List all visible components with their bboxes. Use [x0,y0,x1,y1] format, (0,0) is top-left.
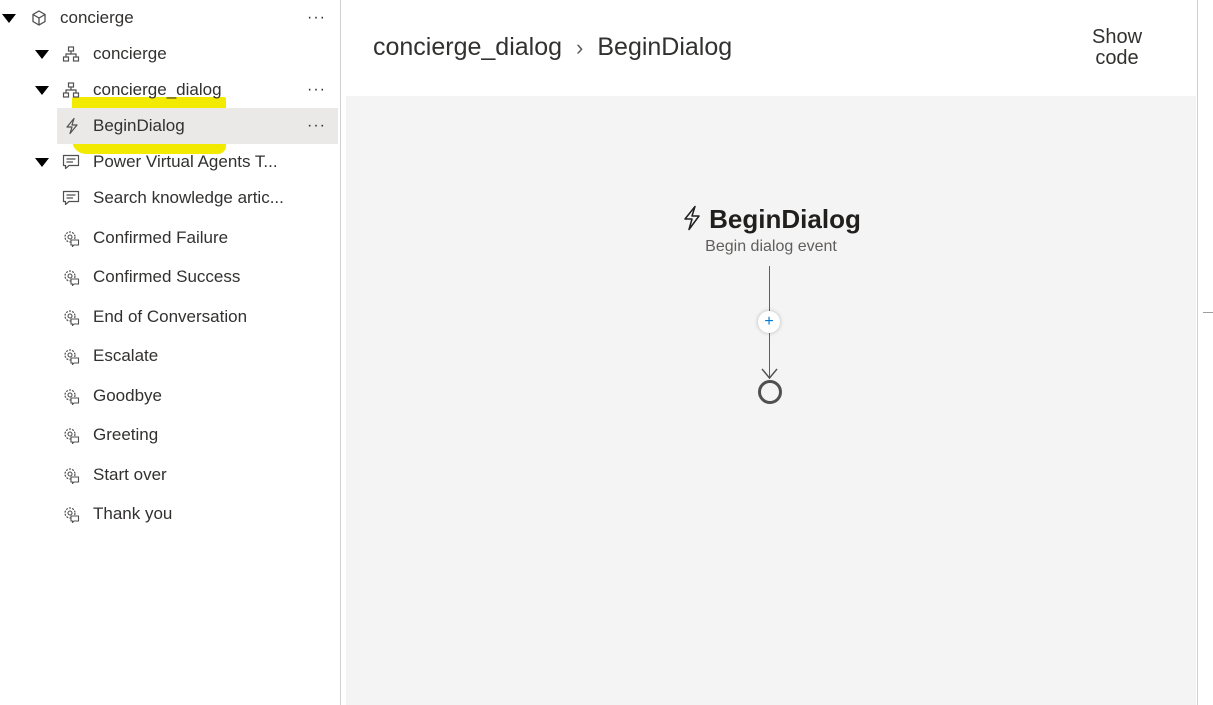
tree-item-label: Power Virtual Agents T... [93,152,278,171]
gear-chat-icon [62,387,80,406]
gear-chat-icon [62,229,80,248]
gear-chat-icon [62,426,80,445]
flow-canvas[interactable]: BeginDialog Begin dialog event + [346,96,1196,705]
tree-item-concierge-dialog[interactable]: concierge_dialog ··· [0,72,338,108]
breadcrumb-item-trigger[interactable]: BeginDialog [597,33,732,62]
tree-item-confirmed-success[interactable]: Confirmed Success [0,259,338,295]
tree-item-label: concierge [60,8,134,27]
sidebar-tree: concierge ··· concierge concierge_dialog… [0,0,340,705]
chevron-right-icon: › [576,34,584,60]
tree-item-label: Start over [93,465,167,484]
tree-item-search-knowledge[interactable]: Search knowledge artic... [0,180,338,216]
lightning-icon [63,117,81,135]
tree-item-confirmed-failure[interactable]: Confirmed Failure [0,220,338,256]
tree-item-label: End of Conversation [93,307,248,326]
chat-icon [62,153,80,171]
show-code-label-line1: Show [1091,26,1143,48]
tree-item-goodbye[interactable]: Goodbye [0,378,338,414]
tree-item-escalate[interactable]: Escalate [0,338,338,374]
hierarchy-icon [62,45,80,63]
flow-connector-line [769,266,770,311]
arrow-down-icon [761,368,778,380]
flow-end-node [758,380,782,404]
gear-chat-icon [62,505,80,524]
breadcrumb: concierge_dialog › BeginDialog [373,33,732,62]
sidebar-divider[interactable] [340,0,341,705]
tree-item-label: Search knowledge artic... [93,188,284,207]
gear-chat-icon [62,268,80,287]
tree-item-label: Confirmed Failure [93,228,229,247]
tree-item-thank-you[interactable]: Thank you [0,496,338,532]
property-panel-divider[interactable] [1197,0,1198,705]
show-code-label-line2: code [1095,47,1139,69]
tree-item-label: Greeting [93,425,159,444]
more-options-icon[interactable]: ··· [307,9,326,27]
more-options-icon[interactable]: ··· [307,117,326,135]
trigger-node-subtitle: Begin dialog event [705,238,837,255]
caret-down-icon[interactable] [2,14,16,23]
tree-item-label: Confirmed Success [93,267,241,286]
show-code-button[interactable]: Show code [1090,27,1144,69]
tree-item-label: concierge_dialog [93,80,222,99]
tree-item-label: Goodbye [93,386,162,405]
tree-item-power-virtual-agents[interactable]: Power Virtual Agents T... [0,144,338,180]
add-action-button[interactable]: + [758,311,780,333]
tree-item-greeting[interactable]: Greeting [0,417,338,453]
tree-item-label: concierge [93,44,167,63]
tree-item-end-of-conversation[interactable]: End of Conversation [0,299,338,335]
breadcrumb-item-dialog[interactable]: concierge_dialog [373,33,562,62]
gear-chat-icon [62,347,80,366]
tree-item-label: BeginDialog [93,116,185,135]
gear-chat-icon [62,308,80,327]
tree-item-label: Escalate [93,346,159,365]
gear-chat-icon [62,466,80,485]
trigger-node[interactable]: BeginDialog [346,204,1196,238]
caret-down-icon[interactable] [35,158,49,167]
hierarchy-icon [62,81,80,99]
more-options-icon[interactable]: ··· [307,81,326,99]
caret-down-icon[interactable] [35,50,49,59]
tree-item-label: Thank you [93,504,173,523]
trigger-node-title: BeginDialog [709,204,861,234]
chat-icon [62,189,80,207]
tree-item-concierge[interactable]: concierge [0,36,338,72]
tree-item-begindialog[interactable]: BeginDialog ··· [57,108,338,144]
caret-down-icon[interactable] [35,86,49,95]
panel-resize-handle[interactable] [1203,312,1213,313]
tree-item-start-over[interactable]: Start over [0,457,338,493]
lightning-icon [681,205,703,238]
cube-icon [30,9,48,27]
editor-header: concierge_dialog › BeginDialog Show code [342,0,1196,96]
tree-item-root-concierge[interactable]: concierge ··· [0,0,338,36]
